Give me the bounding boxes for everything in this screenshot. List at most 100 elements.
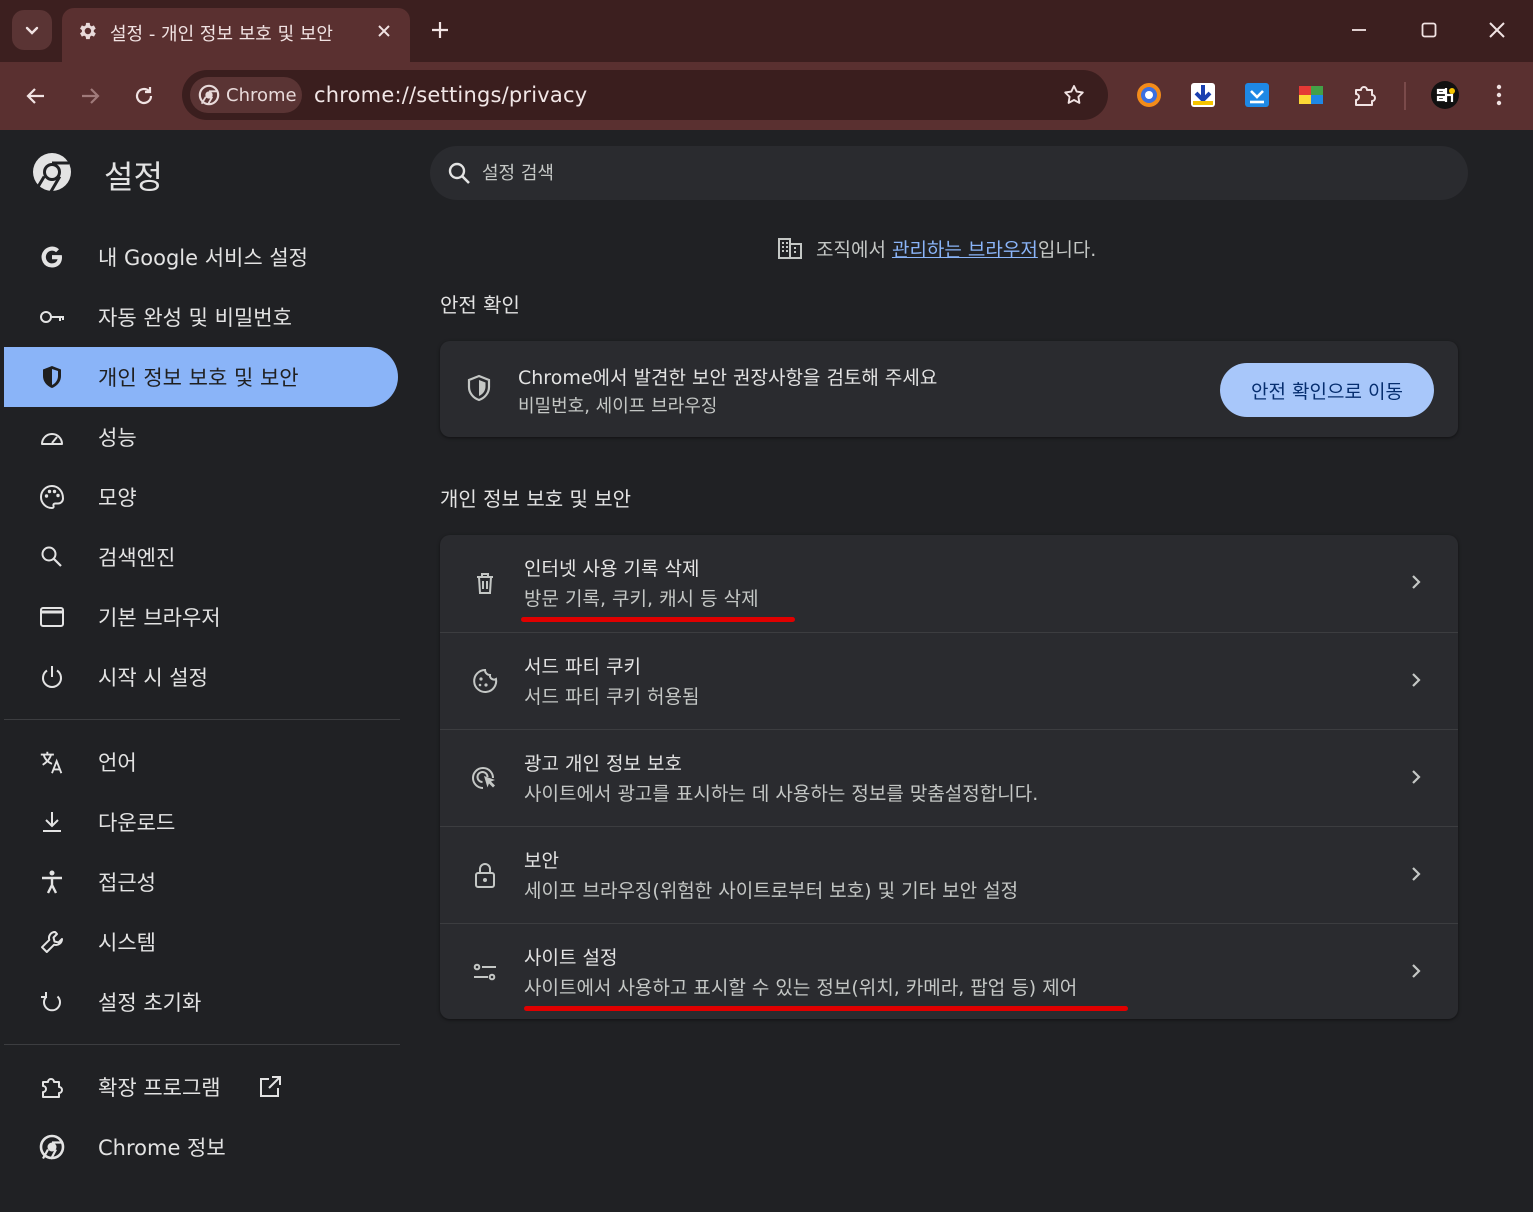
row-subtitle: 사이트에서 광고를 표시하는 데 사용하는 정보를 맞춤설정합니다. [524, 783, 1039, 805]
reset-icon [38, 988, 66, 1016]
chevron-down-icon [25, 26, 39, 35]
reload-icon [135, 87, 153, 105]
settings-search[interactable] [430, 146, 1468, 200]
row-ad-privacy[interactable]: 광고 개인 정보 보호 사이트에서 광고를 표시하는 데 사용하는 정보를 맞춤… [440, 729, 1458, 826]
sidebar-item-label: Chrome 정보 [98, 1136, 226, 1160]
safety-check-title: Chrome에서 발견한 보안 권장사항을 검토해 주세요 [518, 367, 938, 389]
profile-button[interactable] [1430, 80, 1460, 110]
go-to-safety-check-button[interactable]: 안전 확인으로 이동 [1220, 363, 1434, 417]
sidebar-item-label: 시스템 [98, 931, 156, 955]
sidebar-divider [4, 1044, 400, 1045]
sidebar-item-google-services[interactable]: 내 Google 서비스 설정 [4, 227, 398, 287]
section-title-privacy: 개인 정보 보호 및 보안 [440, 487, 632, 511]
accessibility-icon [38, 868, 66, 896]
cookie-icon [470, 666, 500, 696]
site-info-chip[interactable]: Chrome [190, 77, 302, 113]
row-security[interactable]: 보안 세이프 브라우징(위험한 사이트로부터 보호) 및 기타 보안 설정 [440, 826, 1458, 923]
address-bar[interactable]: Chrome chrome://settings/privacy [182, 70, 1108, 120]
minimize-icon [1352, 29, 1366, 31]
sidebar-item-privacy[interactable]: 개인 정보 보호 및 보안 [4, 347, 398, 407]
managed-suffix: 입니다. [1037, 238, 1097, 261]
sidebar-item-accessibility[interactable]: 접근성 [4, 852, 398, 912]
sidebar-item-label: 다운로드 [98, 811, 176, 835]
sidebar-item-performance[interactable]: 성능 [4, 407, 398, 467]
palette-icon [38, 483, 66, 511]
translate-icon [38, 748, 66, 776]
avatar [1431, 81, 1459, 109]
extension-download-button[interactable] [1188, 80, 1218, 110]
close-tab-button[interactable] [372, 19, 396, 43]
sidebar-item-autofill[interactable]: 자동 완성 및 비밀번호 [4, 287, 398, 347]
active-tab[interactable]: 설정 - 개인 정보 보호 및 보안 [62, 8, 410, 62]
close-window-button[interactable] [1474, 10, 1520, 50]
back-button[interactable] [16, 76, 56, 116]
building-icon [778, 238, 802, 259]
sidebar-item-downloads[interactable]: 다운로드 [4, 792, 398, 852]
new-tab-button[interactable] [424, 14, 456, 46]
sidebar-item-default-browser[interactable]: 기본 브라우저 [4, 587, 398, 647]
close-icon [378, 25, 390, 37]
chrome-logo-icon [198, 84, 220, 106]
sidebar-item-appearance[interactable]: 모양 [4, 467, 398, 527]
page-title: 설정 [104, 158, 163, 196]
managed-prefix: 조직에서 [816, 238, 892, 261]
row-title: 광고 개인 정보 보호 [524, 753, 682, 775]
url-text[interactable]: chrome://settings/privacy [314, 83, 587, 107]
sidebar-item-label: 모양 [98, 486, 137, 510]
google-icon [38, 243, 66, 271]
extensions-menu-button[interactable] [1350, 80, 1380, 110]
row-subtitle: 사이트에서 사용하고 표시할 수 있는 정보(위치, 카메라, 팝업 등) 제어 [524, 977, 1078, 999]
chrome-menu-button[interactable] [1484, 80, 1514, 110]
reload-button[interactable] [124, 76, 164, 116]
extension-save-button[interactable] [1242, 80, 1272, 110]
sidebar-item-system[interactable]: 시스템 [4, 912, 398, 972]
minimize-button[interactable] [1336, 10, 1382, 50]
extension-firefox-style-button[interactable] [1134, 80, 1164, 110]
chevron-right-icon [1404, 862, 1428, 886]
sidebar-item-on-startup[interactable]: 시작 시 설정 [4, 647, 398, 707]
download-arrow-icon [1191, 83, 1215, 107]
sidebar-item-label: 언어 [98, 751, 137, 775]
maximize-button[interactable] [1406, 10, 1452, 50]
plus-icon [432, 22, 448, 38]
chevron-right-icon [1404, 570, 1428, 594]
sidebar-item-languages[interactable]: 언어 [4, 732, 398, 792]
sidebar-item-label: 성능 [98, 426, 137, 450]
sidebar-item-about-chrome[interactable]: Chrome 정보 [4, 1117, 398, 1177]
sidebar-divider [4, 719, 400, 720]
chrome-logo-icon [38, 1133, 66, 1161]
search-icon [38, 543, 66, 571]
extension-circle-icon [1137, 83, 1161, 107]
row-title: 사이트 설정 [524, 947, 618, 969]
annotation-underline [521, 617, 795, 622]
wrench-icon [38, 928, 66, 956]
gear-icon [80, 22, 96, 40]
open-in-new-icon [256, 1073, 284, 1101]
ad-privacy-icon [470, 763, 500, 793]
chevron-right-icon [1404, 668, 1428, 692]
shield-check-icon [467, 374, 491, 402]
row-title: 인터넷 사용 기록 삭제 [524, 558, 700, 580]
tab-search-button[interactable] [12, 10, 52, 50]
maximize-icon [1421, 22, 1437, 38]
chevron-right-icon [1404, 765, 1428, 789]
tab-title: 설정 - 개인 정보 보호 및 보안 [110, 24, 333, 45]
row-third-party-cookies[interactable]: 서드 파티 쿠키 서드 파티 쿠키 허용됨 [440, 632, 1458, 729]
search-input[interactable] [482, 156, 1382, 190]
star-icon [1064, 85, 1084, 104]
row-subtitle: 방문 기록, 쿠키, 캐시 등 삭제 [524, 588, 759, 610]
bookmark-button[interactable] [1060, 81, 1088, 109]
chip-label: Chrome [226, 84, 297, 106]
managed-browser-link[interactable]: 관리하는 브라우저 [892, 239, 1038, 261]
sidebar-item-extensions[interactable]: 확장 프로그램 [4, 1057, 398, 1117]
speedometer-icon [38, 423, 66, 451]
sidebar-item-label: 접근성 [98, 871, 156, 895]
close-icon [1489, 22, 1505, 38]
sidebar-item-label: 내 Google 서비스 설정 [98, 246, 308, 270]
sidebar-item-search-engine[interactable]: 검색엔진 [4, 527, 398, 587]
section-title-safety-check: 안전 확인 [440, 293, 520, 317]
sidebar-item-reset[interactable]: 설정 초기화 [4, 972, 398, 1032]
forward-button[interactable] [70, 76, 110, 116]
extension-color-button[interactable] [1296, 80, 1326, 110]
privacy-card: 인터넷 사용 기록 삭제 방문 기록, 쿠키, 캐시 등 삭제 서드 파티 쿠키… [440, 535, 1458, 1019]
